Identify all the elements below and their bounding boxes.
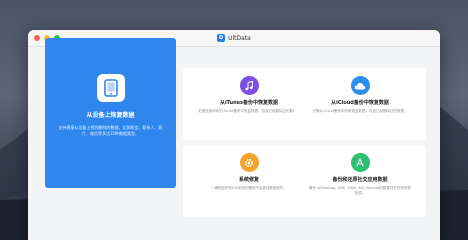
recover-from-device-card[interactable]: 从设备上恢复数据 支持直接从设备上找到删除的数据，比如短信、联系人、照片、微信等… [45,38,176,188]
music-icon [239,76,259,95]
hero-description: 支持直接从设备上找到删除的数据，比如短信、联系人、照片、微信等多达35种数据类型… [58,125,163,136]
card-description: 一键修复所有iOS系统问题而不会造成数据丢失。 [211,186,287,190]
phone-icon [96,74,125,102]
card-description: 备份 WhatsApp, LINE, Viber, Kik, Wechat的数据… [309,186,411,195]
close-button[interactable] [34,35,40,41]
card-description: 无需从iCloud备份中获取恢复数据，包含已经删除过的数据。 [312,109,408,113]
card-title: 从iCloud备份中恢复数据 [331,100,389,106]
app-store-icon [350,153,370,172]
recover-from-icloud-card[interactable]: 从iCloud备份中恢复数据 无需从iCloud备份中获取恢复数据，包含已经删除… [294,68,426,140]
card-description: 无需连接到你的iTunes备份中恢复数据，包含已经删除过的数据。 [198,109,300,113]
cloud-icon [350,76,370,95]
window-title: UltData [228,34,251,42]
app-logo-icon: D [217,34,226,42]
card-title: 备份和还原社交应用数据 [332,177,388,183]
social-app-backup-card[interactable]: 备份和还原社交应用数据 备份 WhatsApp, LINE, Viber, Ki… [294,145,426,217]
gear-icon [239,153,259,172]
hero-title: 从设备上恢复数据 [86,112,135,119]
